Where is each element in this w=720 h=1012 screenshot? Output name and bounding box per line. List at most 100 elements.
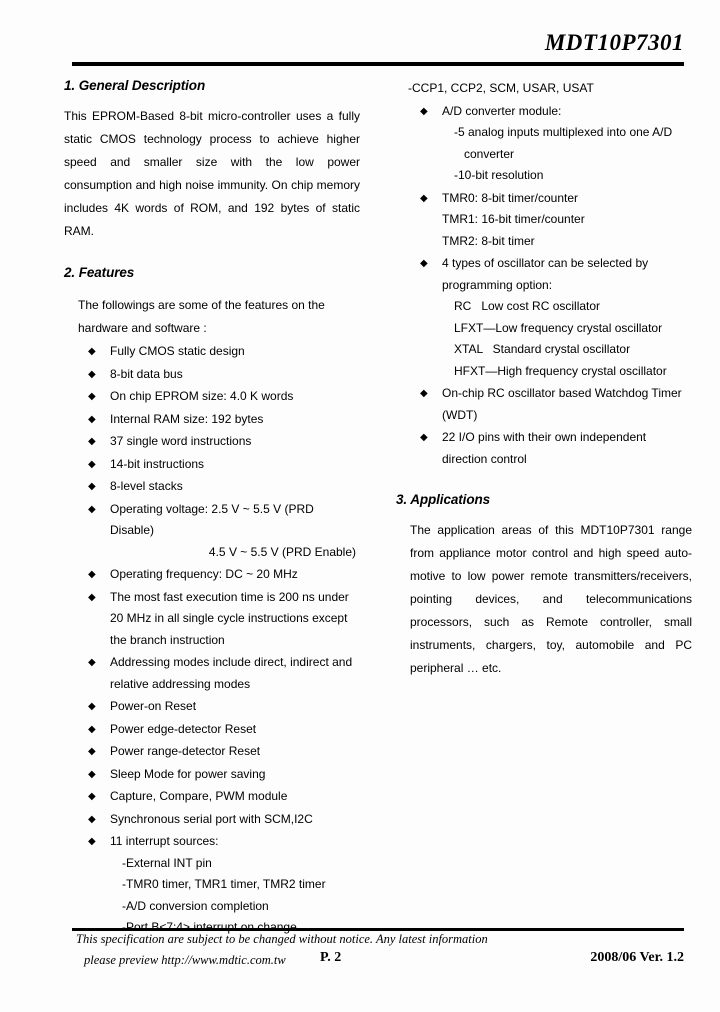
footer-page-number: P. 2: [320, 950, 342, 965]
feature-item: ◆ 8-level stacks: [64, 476, 360, 498]
sub-item: -External INT pin: [122, 855, 212, 870]
feature-continuation: direction control: [442, 451, 527, 466]
diamond-bullet-icon: ◆: [88, 701, 96, 712]
feature-item: ◆ 11 interrupt sources: -External INT pin -…: [64, 831, 360, 939]
feature-label: 37 single word instructions: [110, 434, 252, 448]
oscillator-option: HFXT—High frequency crystal oscillator: [454, 363, 667, 378]
feature-label: Internal RAM size: 192 bytes: [110, 411, 264, 426]
diamond-bullet-icon: ◆: [420, 192, 428, 204]
footer-rule: [72, 928, 684, 931]
diamond-bullet-icon: ◆: [88, 657, 96, 668]
diamond-bullet-icon: ◆: [420, 105, 428, 117]
feature-item: ◆ Power-on Reset: [64, 696, 360, 718]
feature-label: On-chip RC oscillator based Watchdog Tim…: [442, 386, 682, 400]
feature-label: Addressing modes include direct, indirec…: [110, 655, 353, 669]
sub-item: -TMR0 timer, TMR1 timer, TMR2 timer: [122, 877, 326, 891]
oscillator-options-list: RC Low cost RC oscillator LFXT—Low freque…: [442, 296, 692, 382]
diamond-bullet-icon: ◆: [88, 346, 96, 357]
feature-item: ◆ A/D converter module: -5 analog inputs m…: [396, 101, 692, 187]
feature-label: Power range-detector Reset: [110, 744, 261, 758]
feature-item: ◆ Synchronous serial port with SCM,I2C: [64, 809, 360, 831]
feature-extra-line: TMR2: 8-bit timer: [442, 233, 535, 248]
feature-item: ◆ 37 single word instructions: [64, 431, 360, 453]
diamond-bullet-icon: ◆: [88, 458, 96, 470]
section-heading-general-description: 1. General Description: [64, 78, 206, 93]
feature-label: 11 interrupt sources:: [110, 834, 219, 848]
feature-item: ◆ The most fast execution time is 200 ns …: [64, 587, 360, 652]
sub-item: -A/D conversion completion: [122, 898, 269, 913]
feature-label: Power edge-detector Reset: [110, 721, 257, 736]
right-column: -CCP1, CCP2, SCM, USAR, USAT ◆ A/D conver…: [396, 78, 692, 680]
continued-interrupt-sublist: -CCP1, CCP2, SCM, USAR, USAT: [396, 78, 692, 100]
diamond-bullet-icon: ◆: [88, 436, 96, 447]
feature-label: 4 types of oscillator can be selected by: [442, 256, 649, 270]
feature-label: TMR0: 8-bit timer/counter: [442, 190, 579, 205]
section-heading-features: 2. Features: [64, 265, 135, 280]
diamond-bullet-icon: ◆: [88, 836, 96, 847]
feature-item: ◆ 14-bit instructions: [64, 454, 360, 476]
feature-continuation: 4.5 V ~ 5.5 V (PRD Enable): [208, 544, 356, 559]
feature-continuation: (WDT): [442, 407, 478, 422]
feature-item: ◆ TMR0: 8-bit timer/counter TMR1: 16-bit t…: [396, 188, 692, 253]
general-description-paragraph: This EPROM-Based 8-bit micro-controller …: [64, 109, 360, 238]
feature-item: ◆ Fully CMOS static design: [64, 341, 360, 363]
footer-notice-line-1: This specification are subject to be cha…: [76, 932, 488, 946]
left-column: 1. General Description This EPROM-Based …: [64, 78, 360, 939]
feature-sublist: -5 analog inputs multiplexed into one A/…: [442, 122, 692, 187]
feature-continuation: relative addressing modes: [110, 676, 251, 691]
features-list: ◆ Fully CMOS static design ◆ 8-bit data bus…: [64, 341, 360, 939]
diamond-bullet-icon: ◆: [88, 768, 96, 780]
feature-extra-line: TMR1: 16-bit timer/counter: [442, 212, 585, 226]
diamond-bullet-icon: ◆: [88, 391, 96, 402]
feature-item: ◆ Operating voltage: 2.5 V ~ 5.5 V (PRD D…: [64, 499, 360, 564]
feature-item: ◆ 4 types of oscillator can be selected b…: [396, 253, 692, 382]
feature-continuation: programming option:: [442, 277, 553, 292]
feature-label: Synchronous serial port with SCM,I2C: [110, 811, 313, 826]
diamond-bullet-icon: ◆: [88, 591, 96, 603]
sub-item: -10-bit resolution: [454, 168, 544, 182]
feature-sublist: -External INT pin -TMR0 timer, TMR1 timer…: [110, 853, 360, 939]
feature-item: ◆ Power range-detector Reset: [64, 741, 360, 763]
feature-label: Sleep Mode for power saving: [110, 766, 266, 781]
diamond-bullet-icon: ◆: [88, 481, 96, 492]
feature-label: 8-bit data bus: [110, 366, 183, 381]
feature-item: ◆ Addressing modes include direct, indire…: [64, 652, 360, 695]
footer-version: 2008/06 Ver. 1.2: [590, 950, 684, 965]
feature-item: ◆ Sleep Mode for power saving: [64, 764, 360, 786]
diamond-bullet-icon: ◆: [88, 723, 96, 735]
page-title: MDT10P7301: [544, 30, 684, 55]
feature-item: ◆ Power edge-detector Reset: [64, 719, 360, 741]
diamond-bullet-icon: ◆: [420, 432, 428, 443]
feature-label: Power-on Reset: [110, 699, 197, 713]
features-list-continued: ◆ A/D converter module: -5 analog inputs m…: [396, 101, 692, 471]
diamond-bullet-icon: ◆: [88, 569, 96, 580]
feature-label: Capture, Compare, PWM module: [110, 789, 288, 803]
feature-item: ◆ Internal RAM size: 192 bytes: [64, 409, 360, 431]
section-heading-applications: 3. Applications: [396, 492, 491, 507]
feature-continuation: 20 MHz in all single cycle instructions …: [110, 611, 348, 625]
footer-notice-line-2: please preview http://www.mdtic.com.tw: [84, 953, 286, 967]
diamond-bullet-icon: ◆: [88, 368, 96, 380]
diamond-bullet-icon: ◆: [88, 746, 96, 757]
feature-item: ◆ Operating frequency: DC ~ 20 MHz: [64, 564, 360, 586]
feature-item: ◆ On-chip RC oscillator based Watchdog Ti…: [396, 383, 692, 426]
applications-paragraph: The application areas of this MDT10P7301…: [410, 523, 692, 675]
feature-label: On chip EPROM size: 4.0 K words: [110, 389, 294, 403]
features-intro: The followings are some of the features …: [78, 298, 325, 335]
sub-item-continuation: converter: [464, 146, 515, 161]
diamond-bullet-icon: ◆: [420, 388, 428, 399]
feature-item: ◆ 22 I/O pins with their own independent d…: [396, 427, 692, 470]
feature-item: ◆ On chip EPROM size: 4.0 K words: [64, 386, 360, 408]
feature-label: 8-level stacks: [110, 479, 183, 493]
feature-label: 22 I/O pins with their own independent: [442, 430, 647, 444]
diamond-bullet-icon: ◆: [88, 503, 96, 515]
datasheet-page: MDT10P7301 1. General Description This E…: [0, 0, 720, 1012]
feature-label: Operating voltage: 2.5 V ~ 5.5 V (PRD Di…: [110, 501, 314, 538]
oscillator-option: RC Low cost RC oscillator: [454, 299, 601, 313]
oscillator-option: XTAL Standard crystal oscillator: [454, 342, 631, 356]
oscillator-option: LFXT—Low frequency crystal oscillator: [454, 320, 663, 335]
feature-label: Fully CMOS static design: [110, 344, 245, 358]
feature-label: 14-bit instructions: [110, 456, 205, 471]
list-item: -CCP1, CCP2, SCM, USAR, USAT: [408, 81, 594, 95]
diamond-bullet-icon: ◆: [88, 813, 96, 825]
